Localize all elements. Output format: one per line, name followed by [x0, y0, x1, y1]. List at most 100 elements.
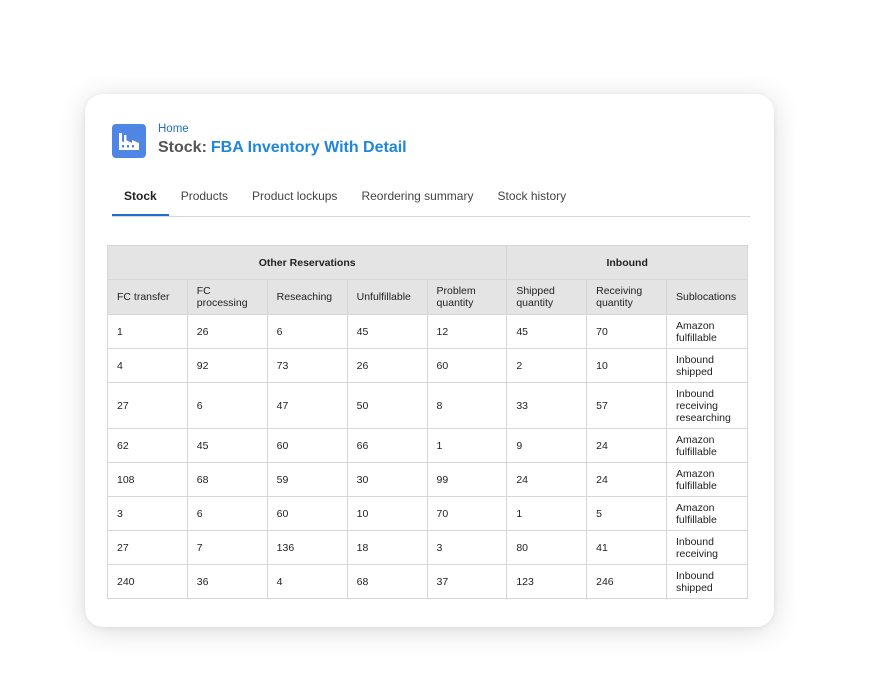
table-cell: 33 — [506, 382, 588, 429]
table-cell: 27 — [107, 530, 188, 565]
tab-stock-history[interactable]: Stock history — [485, 180, 578, 215]
table-cell: 240 — [107, 564, 188, 599]
table-row: 240 36 4 68 37 123 246 Inbound shipped — [107, 564, 749, 599]
page-title-main: FBA Inventory With Detail — [210, 139, 407, 156]
column-header-text: processing — [196, 297, 248, 309]
group-header-inbound: Inbound — [506, 245, 748, 280]
table-cell: 12 — [426, 314, 508, 349]
table-cell: 26 — [186, 314, 268, 349]
table-cell: 24 — [586, 428, 667, 463]
table-cell: Amazon fulfillable — [665, 462, 749, 497]
table-cell: 4 — [107, 348, 188, 383]
cell-text: shipped — [675, 365, 713, 378]
table-cell: 2 — [506, 348, 588, 383]
cell-text: Amazon — [675, 501, 715, 514]
table-row: 27 6 47 50 8 33 57 Inbound receiving researching — [107, 382, 749, 429]
column-header-text: quantity — [596, 297, 633, 309]
tab-bar: Stock Products Product lockups Reorderin… — [112, 180, 750, 217]
table-cell: Inbound shipped — [665, 564, 749, 599]
table-cell: 92 — [186, 348, 268, 383]
table-row: 108 68 59 30 99 24 24 Amazon fulfillable — [107, 462, 749, 497]
table-row: 27 7 136 18 3 80 41 Inbound receiving — [107, 530, 749, 565]
column-header-text: quantity — [436, 297, 474, 309]
cell-text: Inbound — [675, 535, 714, 548]
table-row: 4 92 73 26 60 2 10 Inbound shipped — [107, 348, 749, 383]
table-cell: 24 — [586, 462, 667, 497]
table-cell: 68 — [186, 462, 268, 497]
cell-text: receiving — [675, 547, 719, 560]
cell-text: fulfillable — [675, 513, 717, 526]
column-header-text: Receiving — [596, 285, 643, 297]
column-header: FC processing — [186, 279, 268, 315]
cell-text: Amazon — [675, 433, 715, 446]
table-cell: Amazon fulfillable — [665, 496, 749, 531]
column-header: Unfulfillable — [346, 279, 428, 315]
column-header: Sublocations — [665, 279, 749, 315]
cell-text: Inbound — [675, 569, 714, 582]
cell-text: Inbound — [675, 353, 714, 366]
tab-reordering-summary[interactable]: Reordering summary — [349, 180, 485, 215]
table-cell: 27 — [107, 382, 188, 429]
table-cell: 41 — [586, 530, 667, 565]
column-header: Receiving quantity — [586, 279, 667, 315]
table-cell: 60 — [426, 348, 508, 383]
breadcrumb-home-link[interactable]: Home — [158, 123, 189, 135]
cell-text: Amazon — [675, 467, 715, 480]
table-cell: 7 — [186, 530, 268, 565]
column-header-text: FC — [196, 285, 211, 297]
table-cell: Inbound receiving — [665, 530, 749, 565]
table-cell: 8 — [426, 382, 508, 429]
table-cell: 3 — [107, 496, 188, 531]
table-cell: 57 — [586, 382, 667, 429]
table-cell: 37 — [426, 564, 508, 599]
table-cell: 60 — [266, 496, 348, 531]
table-cell: 50 — [346, 382, 428, 429]
table-cell: 73 — [266, 348, 348, 383]
table-cell: 18 — [346, 530, 428, 565]
inventory-card: Home Stock: FBA Inventory With Detail Sto… — [85, 94, 774, 627]
inventory-table: Other Reservations Inbound FC transfer FC… — [106, 245, 749, 599]
table-cell: 123 — [506, 564, 588, 599]
table-row: 62 45 60 66 1 9 24 Amazon fulfillable — [107, 428, 749, 463]
table-cell: 62 — [107, 428, 188, 463]
table-cell: 3 — [426, 530, 508, 565]
table-cell: 99 — [426, 462, 508, 497]
table-cell: 6 — [266, 314, 348, 349]
column-header-text: Shipped — [516, 285, 555, 297]
table-cell: 1 — [107, 314, 188, 349]
group-header-other-reservations: Other Reservations — [106, 245, 508, 280]
table-cell: 6 — [186, 496, 268, 531]
table-cell: 80 — [506, 530, 588, 565]
column-header: FC transfer — [107, 279, 188, 315]
table-row: 1 26 6 45 12 45 70 Amazon fulfillable — [107, 314, 749, 349]
table-cell: 68 — [346, 564, 428, 599]
column-header: Reseaching — [266, 279, 348, 315]
table-cell: 4 — [266, 564, 348, 599]
table-cell: 1 — [426, 428, 508, 463]
table-cell: 45 — [346, 314, 428, 349]
table-cell: 5 — [586, 496, 667, 531]
table-cell: 59 — [266, 462, 348, 497]
cell-text: fulfillable — [675, 445, 717, 458]
cell-text: shipped — [675, 581, 713, 594]
table-cell: 6 — [186, 382, 268, 429]
table-cell: 60 — [266, 428, 348, 463]
table-cell: 24 — [506, 462, 588, 497]
table-cell: 10 — [586, 348, 667, 383]
table-cell: 70 — [586, 314, 667, 349]
table-cell: 30 — [346, 462, 428, 497]
table-cell: Inbound shipped — [665, 348, 749, 383]
table-cell: Inbound receiving researching — [665, 382, 749, 429]
tab-product-lockups[interactable]: Product lockups — [240, 180, 349, 215]
table-cell: Amazon fulfillable — [665, 314, 749, 349]
table-cell: 36 — [186, 564, 268, 599]
cell-text: fulfillable — [675, 331, 717, 344]
cell-text: fulfillable — [675, 479, 717, 492]
tab-products[interactable]: Products — [169, 180, 240, 215]
table-cell: 108 — [107, 462, 188, 497]
tab-stock[interactable]: Stock — [112, 180, 169, 216]
table-cell: 45 — [506, 314, 588, 349]
table-cell: 26 — [346, 348, 428, 383]
table-cell: 1 — [506, 496, 588, 531]
table-cell: 246 — [586, 564, 667, 599]
